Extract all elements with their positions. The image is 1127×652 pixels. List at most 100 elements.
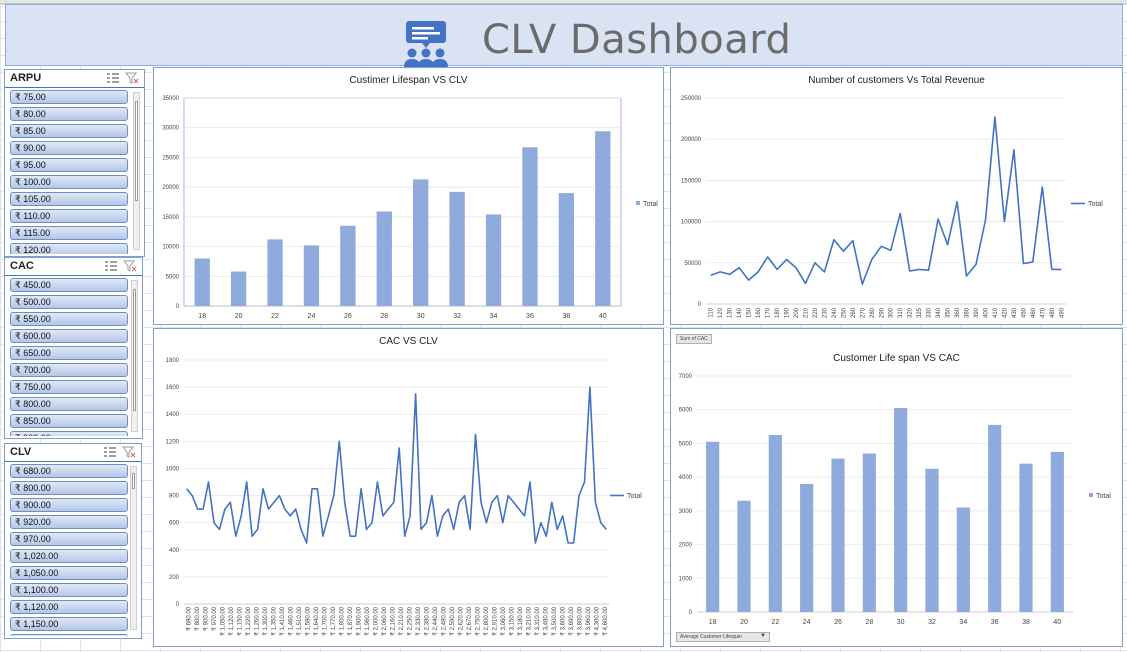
- slicer-item[interactable]: ₹ 105.00: [10, 192, 128, 206]
- multi-select-icon[interactable]: [104, 260, 118, 272]
- slicer-clv[interactable]: CLV ₹ 680.00 ₹ 800.00 ₹ 900.00 ₹ 920.00 ₹ 970…: [4, 443, 142, 639]
- slicer-item[interactable]: ₹ 900.00: [10, 431, 128, 436]
- x-tick-label: ₹ 800.00: [194, 606, 201, 630]
- slicer-item[interactable]: ₹ 550.00: [10, 312, 128, 326]
- bar[interactable]: [800, 483, 814, 612]
- x-tick-label: ₹ 1,640.00: [313, 606, 320, 636]
- y-tick-label: 400: [169, 548, 180, 554]
- slicer-item[interactable]: ₹ 700.00: [10, 363, 128, 377]
- bar[interactable]: [267, 239, 283, 306]
- bar[interactable]: [194, 258, 210, 306]
- x-tick-label: 270: [860, 307, 866, 318]
- slicer-item[interactable]: ₹ 800.00: [10, 397, 128, 411]
- slicer-item[interactable]: ₹ 1,100.00: [10, 583, 128, 597]
- chart-lifespan-vs-clv[interactable]: Custimer Lifespan VS CLV 0 5000 10000 15000 2…: [153, 67, 664, 325]
- slicer-item[interactable]: ₹ 900.00: [10, 498, 128, 512]
- bar[interactable]: [303, 245, 320, 306]
- slicer-item[interactable]: ₹ 970.00: [10, 532, 128, 546]
- slicer-item[interactable]: ₹ 80.00: [10, 107, 128, 121]
- slicer-item[interactable]: ₹ 600.00: [10, 329, 128, 343]
- slicer-scrollbar[interactable]: [133, 92, 140, 250]
- bar[interactable]: [925, 468, 939, 612]
- slicer-item[interactable]: ₹ 95.00: [10, 158, 128, 172]
- y-tick-label: 25000: [162, 155, 179, 161]
- bar[interactable]: [737, 500, 751, 612]
- x-tick-label: 170: [766, 307, 772, 318]
- scrollbar-thumb[interactable]: [135, 101, 138, 201]
- bar[interactable]: [558, 193, 575, 306]
- clear-filter-icon[interactable]: [122, 446, 136, 458]
- slicer-item[interactable]: ₹ 450.00: [10, 278, 128, 292]
- slicer-item[interactable]: ₹ 1,020.00: [10, 549, 128, 563]
- multi-select-icon[interactable]: [106, 72, 120, 84]
- multi-select-icon[interactable]: [103, 446, 117, 458]
- x-tick-label: ₹ 2,440.00: [432, 606, 439, 636]
- series-line[interactable]: [710, 116, 1062, 285]
- chart-legend: Total: [636, 201, 658, 208]
- slicer-item[interactable]: ₹ 90.00: [10, 141, 128, 155]
- bar[interactable]: [595, 131, 611, 306]
- y-tick-label: 1400: [166, 412, 180, 418]
- slicer-item[interactable]: ₹ 85.00: [10, 124, 128, 138]
- slicer-item[interactable]: ₹ 120.00: [10, 243, 128, 254]
- x-tick-label: ₹ 2,590.00: [449, 606, 456, 636]
- scrollbar-thumb[interactable]: [133, 289, 136, 411]
- chart-lifespan-vs-cac[interactable]: Customer Life span VS CAC 0 1000 2000 3000 40…: [670, 328, 1123, 647]
- bar[interactable]: [862, 453, 876, 612]
- clear-filter-icon[interactable]: [123, 260, 137, 272]
- slicer-item[interactable]: ₹ 500.00: [10, 295, 128, 309]
- slicer-scrollbar[interactable]: [131, 280, 138, 432]
- y-tick-label: 250000: [681, 96, 702, 102]
- chart-cac-vs-clv[interactable]: CAC VS CLV 0 200 400 600 800 1000 1200 1400 1600 1…: [153, 328, 664, 647]
- slicer-item[interactable]: ₹ 920.00: [10, 515, 128, 529]
- x-tick-label: ₹ 1,350.00: [270, 606, 277, 636]
- bar[interactable]: [230, 271, 247, 306]
- slicer-arpu[interactable]: ARPU ₹ 75.00 ₹ 80.00 ₹ 85.00 ₹ 90.00 ₹ 95.00 ₹…: [4, 69, 145, 257]
- chart-customers-vs-revenue[interactable]: Number of customers Vs Total Revenue 0 500…: [670, 67, 1123, 325]
- slicer-item[interactable]: ₹ 850.00: [10, 414, 128, 428]
- slicer-item[interactable]: ₹ 680.00: [10, 464, 128, 478]
- bar[interactable]: [413, 179, 429, 306]
- bar[interactable]: [988, 424, 1002, 612]
- slicer-item-list: ₹ 75.00 ₹ 80.00 ₹ 85.00 ₹ 90.00 ₹ 95.00 ₹ 100…: [10, 90, 128, 254]
- x-tick-label: 26: [344, 313, 352, 320]
- x-tick-label: 340: [936, 307, 942, 318]
- pivot-value-field-button[interactable]: Sum of CAC: [676, 334, 712, 344]
- dashboard-banner: CLV Dashboard: [5, 4, 1123, 67]
- slicer-item[interactable]: ₹ 110.00: [10, 209, 128, 223]
- slicer-item[interactable]: ₹ 750.00: [10, 380, 128, 394]
- slicer-item[interactable]: ₹ 800.00: [10, 481, 128, 495]
- slicer-item[interactable]: ₹ 650.00: [10, 346, 128, 360]
- slicer-item[interactable]: ₹ 1,150.00: [10, 617, 128, 631]
- bar[interactable]: [1019, 463, 1033, 612]
- bar[interactable]: [768, 435, 782, 612]
- slicer-scrollbar[interactable]: [130, 466, 137, 630]
- slicer-cac[interactable]: CAC ₹ 450.00 ₹ 500.00 ₹ 550.00 ₹ 600.00 ₹ 650…: [4, 257, 143, 439]
- scrollbar-thumb[interactable]: [132, 473, 135, 489]
- slicer-item[interactable]: ₹ 1,120.00: [10, 600, 128, 614]
- bar[interactable]: [485, 214, 502, 306]
- bar[interactable]: [449, 191, 465, 306]
- y-tick-label: 0: [689, 610, 693, 616]
- clear-filter-icon[interactable]: [125, 72, 139, 84]
- pivot-axis-field-button[interactable]: Average Customer Lifespan ▼: [676, 632, 770, 642]
- bar[interactable]: [956, 507, 970, 612]
- bar[interactable]: [340, 225, 356, 306]
- bar[interactable]: [831, 458, 845, 612]
- x-tick-label: 250: [841, 307, 847, 318]
- bar[interactable]: [376, 211, 392, 306]
- bar[interactable]: [522, 147, 538, 306]
- bar[interactable]: [706, 441, 720, 612]
- slicer-item[interactable]: ₹ 115.00: [10, 226, 128, 240]
- x-tick-label: ₹ 1,220.00: [245, 606, 252, 636]
- slicer-item-list: ₹ 680.00 ₹ 800.00 ₹ 900.00 ₹ 920.00 ₹ 970.00…: [10, 464, 128, 636]
- legend-label: Total: [1088, 201, 1103, 208]
- series-line[interactable]: [186, 386, 607, 544]
- slicer-item[interactable]: ₹ 1,050.00: [10, 566, 128, 580]
- slicer-item[interactable]: ₹ 100.00: [10, 175, 128, 189]
- dropdown-arrow-icon[interactable]: ▼: [760, 633, 766, 639]
- bar[interactable]: [894, 408, 908, 612]
- slicer-item[interactable]: ₹ 1,200.00: [10, 634, 128, 636]
- bar[interactable]: [1050, 451, 1064, 612]
- slicer-item[interactable]: ₹ 75.00: [10, 90, 128, 104]
